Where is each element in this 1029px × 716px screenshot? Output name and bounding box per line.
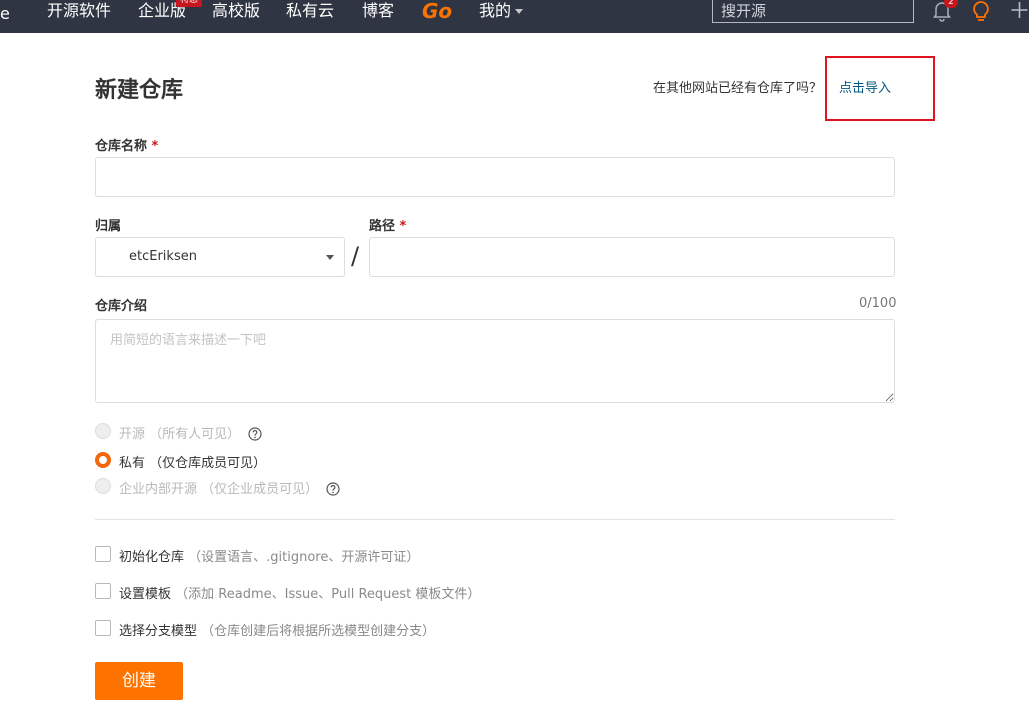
- enterprise-badge: 特惠: [176, 0, 203, 7]
- nav-open-source[interactable]: 开源软件: [47, 0, 111, 25]
- nav-mine[interactable]: 我的: [479, 0, 524, 25]
- checkbox-label-text: 设置模板: [119, 587, 172, 602]
- radio-label-text: 企业内部开源: [119, 482, 198, 497]
- checkbox-label-text: 选择分支模型: [119, 624, 198, 639]
- lightbulb-icon[interactable]: [971, 0, 991, 28]
- path-label-text: 路径: [369, 219, 396, 234]
- logo-fragment[interactable]: e: [0, 4, 10, 23]
- nav-campus[interactable]: 高校版: [212, 0, 260, 25]
- checkbox-init-repo[interactable]: [95, 546, 111, 562]
- page-title: 新建仓库: [95, 78, 184, 103]
- nav-mine-label: 我的: [479, 1, 512, 20]
- radio-private[interactable]: [95, 452, 111, 468]
- repo-name-input[interactable]: [95, 157, 895, 197]
- checkbox-branch-model[interactable]: [95, 620, 111, 636]
- question-icon[interactable]: [326, 482, 340, 500]
- intro-counter: 0/100: [859, 296, 897, 311]
- radio-hint: （仅企业成员可见）: [201, 482, 319, 497]
- path-separator: /: [351, 242, 360, 270]
- intro-textarea[interactable]: [95, 319, 895, 403]
- notification-badge: 2: [944, 0, 958, 8]
- path-label: 路径 *: [369, 215, 406, 234]
- intro-label: 仓库介绍: [95, 299, 148, 314]
- checkbox-label: 设置模板 （添加 Readme、Issue、Pull Request 模板文件）: [119, 583, 480, 602]
- required-mark: *: [399, 219, 407, 234]
- radio-label: 开源 （所有人可见）: [119, 423, 262, 445]
- plus-icon[interactable]: [1010, 0, 1029, 24]
- checkbox-hint: （设置语言、.gitignore、开源许可证）: [188, 550, 420, 565]
- owner-value: etcEriksen: [129, 249, 197, 264]
- checkbox-hint: （添加 Readme、Issue、Pull Request 模板文件）: [175, 587, 481, 602]
- nav-private-cloud[interactable]: 私有云: [286, 0, 334, 25]
- question-icon[interactable]: [248, 427, 262, 445]
- radio-label-text: 开源: [119, 427, 146, 442]
- import-tip: 在其他网站已经有仓库了吗？: [653, 81, 823, 96]
- create-button[interactable]: 创建: [95, 662, 183, 700]
- radio-internal[interactable]: [95, 478, 111, 494]
- checkbox-label-text: 初始化仓库: [119, 550, 185, 565]
- radio-label: 企业内部开源 （仅企业成员可见）: [119, 478, 340, 500]
- divider: [95, 519, 895, 520]
- chevron-down-icon: [326, 255, 334, 260]
- repo-name-label-text: 仓库名称: [95, 139, 148, 154]
- radio-hint: （仅仓库成员可见）: [149, 456, 267, 471]
- search-input[interactable]: [712, 0, 914, 23]
- highlight-box: [825, 56, 935, 121]
- radio-hint: （所有人可见）: [149, 427, 241, 442]
- owner-select[interactable]: etcEriksen: [95, 237, 345, 277]
- checkbox-template[interactable]: [95, 583, 111, 599]
- radio-label-text: 私有: [119, 456, 146, 471]
- radio-label: 私有 （仅仓库成员可见）: [119, 452, 266, 471]
- radio-public[interactable]: [95, 423, 111, 439]
- path-input[interactable]: [369, 237, 895, 277]
- nav-blog[interactable]: 博客: [362, 0, 394, 25]
- checkbox-label: 初始化仓库 （设置语言、.gitignore、开源许可证）: [119, 546, 419, 565]
- repo-name-label: 仓库名称 *: [95, 135, 158, 154]
- top-navbar: e 开源软件 企业版 特惠 高校版 私有云 博客 Go 我的 2: [0, 0, 1029, 33]
- required-mark: *: [151, 139, 159, 154]
- chevron-down-icon: [515, 9, 524, 14]
- nav-go[interactable]: Go: [422, 0, 452, 23]
- checkbox-label: 选择分支模型 （仓库创建后将根据所选模型创建分支）: [119, 620, 435, 639]
- owner-label: 归属: [95, 219, 122, 234]
- checkbox-hint: （仓库创建后将根据所选模型创建分支）: [201, 624, 436, 639]
